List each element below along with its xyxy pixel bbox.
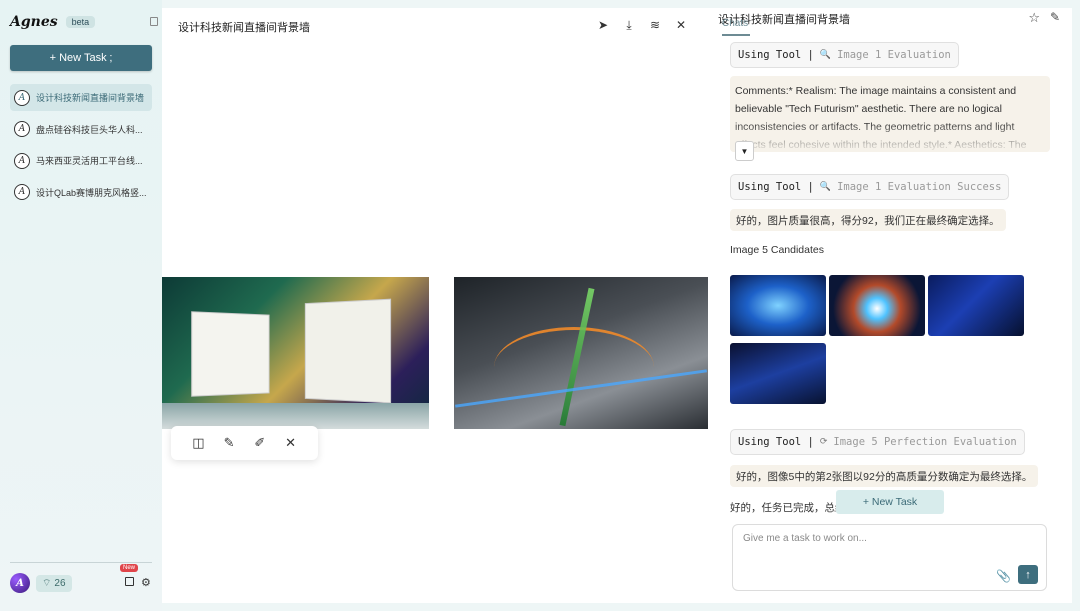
task-item[interactable]: A 设计科技新闻直播间背景墙 xyxy=(10,84,152,111)
canvas-panel: 设计科技新闻直播间背景墙 ➤ ⤓ ≋ ✕ ◫ ✎ ✐ ✕ xyxy=(162,8,708,603)
beta-badge: beta xyxy=(65,16,96,28)
agnes-logo-icon: A xyxy=(14,89,30,106)
image-panel-left xyxy=(191,311,270,397)
paperclip-icon[interactable]: 📎 xyxy=(996,569,1011,583)
edit-icon[interactable]: ✐ xyxy=(253,435,267,450)
task-item[interactable]: A 设计QLab赛博朋克风格竖... xyxy=(10,179,152,206)
sidebar-footer: A ⌔ 26 New ⚙ xyxy=(10,564,152,594)
app-logo[interactable]: Agnes beta xyxy=(10,14,96,30)
book-icon[interactable] xyxy=(125,577,134,586)
close-icon[interactable]: ✕ xyxy=(284,435,298,450)
tool-prefix: Using Tool | xyxy=(738,181,814,193)
canvas-toolbar: ➤ ⤓ ≋ ✕ xyxy=(596,18,688,33)
agnes-logo-icon: A xyxy=(14,152,30,169)
download-icon[interactable]: ⤓ xyxy=(622,18,636,32)
task-item[interactable]: A 盘点硅谷科技巨头华人科... xyxy=(10,116,152,143)
credits-badge[interactable]: ⌔ 26 xyxy=(36,574,72,592)
magnifier-icon: 🔍 xyxy=(819,50,832,60)
app-name: Agnes xyxy=(10,14,58,30)
canvas-image-1[interactable] xyxy=(162,277,429,429)
send-button[interactable]: ↑ xyxy=(1018,565,1038,584)
tool-name: Image 1 Evaluation Success xyxy=(837,181,1002,193)
tool-prefix: Using Tool | xyxy=(738,436,814,448)
magnifier-icon: 🔍 xyxy=(819,182,832,192)
tool-call-chip: Using Tool | 🔍 Image 1 Evaluation Succes… xyxy=(730,174,1010,200)
image-panel-right xyxy=(304,298,392,404)
split-icon[interactable]: ◫ xyxy=(191,435,205,450)
wifi-icon: ⌔ xyxy=(42,577,52,589)
new-task-button[interactable]: + New Task ; xyxy=(10,45,152,71)
task-item[interactable]: A 马来西亚灵活用工平台线... xyxy=(10,147,152,174)
agnes-logo-icon: A xyxy=(14,121,30,137)
tool-call-chip: Using Tool | ⟳ Image 5 Perfection Evalua… xyxy=(730,429,1025,455)
tool-name: Image 5 Perfection Evaluation xyxy=(833,436,1017,448)
sidebar-divider xyxy=(10,562,152,563)
pencil-icon[interactable]: ✎ xyxy=(1050,10,1060,24)
agnes-logo-icon: A xyxy=(14,184,30,200)
refresh-icon: ⟳ xyxy=(819,437,828,447)
image-floating-toolbar: ◫ ✎ ✐ ✕ xyxy=(171,426,318,460)
gear-icon[interactable]: ⚙ xyxy=(141,576,151,589)
task-label: 盘点硅谷科技巨头华人科... xyxy=(36,124,143,135)
tab-underline xyxy=(722,34,750,36)
candidate-thumbnail[interactable] xyxy=(730,275,826,336)
tool-call-chip: Using Tool | 🔍 Image 1 Evaluation xyxy=(730,42,959,68)
task-label: 设计QLab赛博朋克风格竖... xyxy=(36,187,147,198)
evaluation-comment: Comments:* Realism: The image maintains … xyxy=(730,76,1050,152)
new-badge: New xyxy=(120,564,139,572)
tool-prefix: Using Tool | xyxy=(738,49,814,61)
final-message: 好的，任务已完成，总结 xyxy=(730,502,846,514)
canvas-image-2[interactable] xyxy=(454,277,708,429)
sidebar: Agnes beta + New Task ; A 设计科技新闻直播间背景墙 A… xyxy=(0,0,162,611)
chat-input-container: 📎 ↑ xyxy=(732,524,1047,591)
page-title: 设计科技新闻直播间背景墙 xyxy=(178,22,310,34)
candidate-thumbnail[interactable] xyxy=(829,275,925,336)
assistant-message: 好的，图片质量很高，得分92，我们正在最终确定选择。 xyxy=(730,209,1006,231)
tool-name: Image 1 Evaluation xyxy=(837,49,951,61)
assistant-message: 好的，图像5中的第2张图以92分的高质量分数确定为最终选择。 xyxy=(730,465,1039,487)
chat-panel: 设计科技新闻直播间背景墙 Chats ☆ ✎ Using Tool | 🔍 Im… xyxy=(708,8,1072,603)
task-label: 马来西亚灵活用工平台线... xyxy=(36,156,143,166)
expand-toggle[interactable]: ▼ xyxy=(735,141,754,161)
task-label: 设计科技新闻直播间背景墙 xyxy=(36,93,145,103)
pointer-icon[interactable]: ➤ xyxy=(596,18,610,32)
new-task-suggestion-button[interactable]: + New Task xyxy=(836,490,944,514)
candidates-label: Image 5 Candidates xyxy=(730,244,824,256)
avatar[interactable]: A xyxy=(10,573,30,593)
star-icon[interactable]: ☆ xyxy=(1028,10,1040,26)
task-list: A 设计科技新闻直播间背景墙 A 盘点硅谷科技巨头华人科... A 马来西亚灵活… xyxy=(10,84,152,210)
candidate-thumbnail[interactable] xyxy=(928,275,1024,336)
tab-chats[interactable]: Chats xyxy=(722,18,748,29)
chat-input[interactable] xyxy=(743,533,1038,555)
close-icon[interactable]: ✕ xyxy=(674,18,688,32)
candidate-thumbnail[interactable] xyxy=(730,343,826,404)
brush-icon[interactable]: ✎ xyxy=(222,435,236,450)
layers-icon[interactable]: ≋ xyxy=(648,18,662,32)
sidebar-collapse-icon[interactable] xyxy=(150,17,158,26)
credits-count: 26 xyxy=(54,577,66,589)
